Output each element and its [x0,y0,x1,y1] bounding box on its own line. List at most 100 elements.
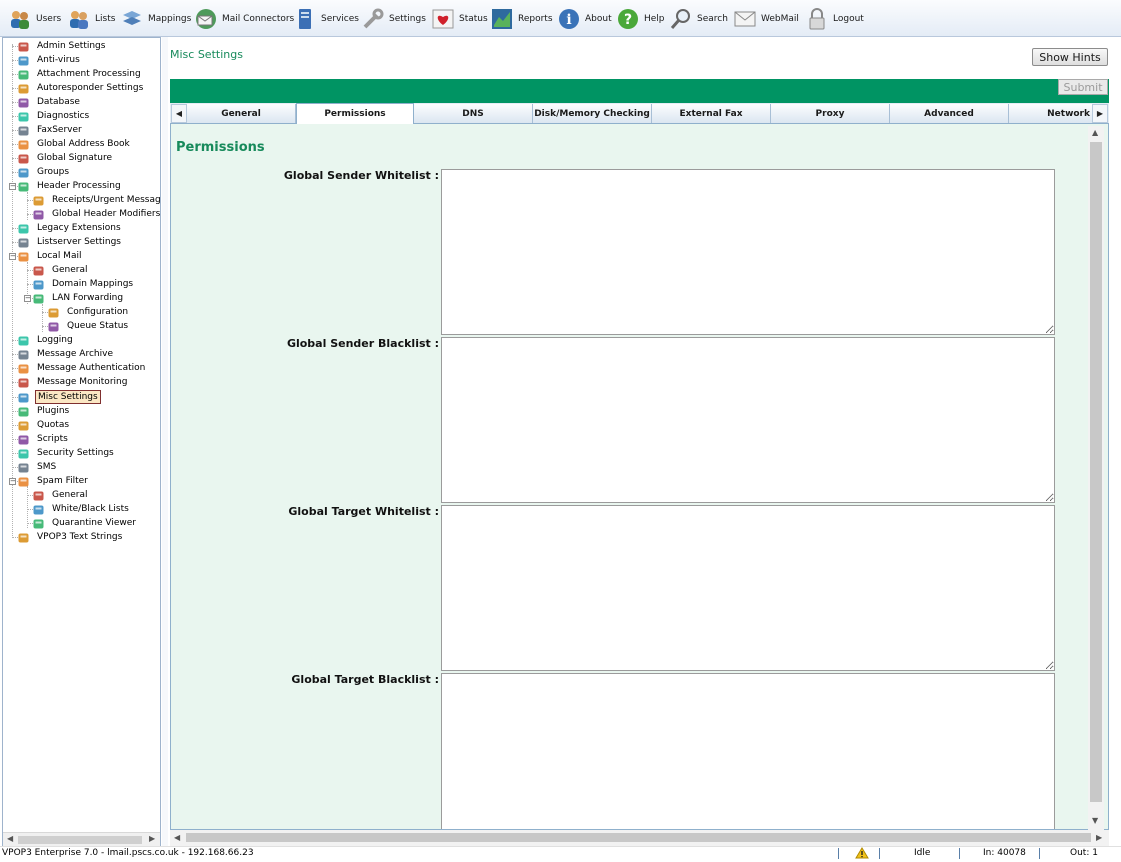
scrollbar-thumb[interactable] [1090,142,1102,802]
scroll-right-icon[interactable]: ▶ [1096,833,1102,842]
white-black-lists-icon [32,503,45,516]
tree-item-listserver-settings[interactable]: Listserver Settings [17,235,123,249]
tree-item-label: Global Address Book [37,139,130,149]
tree-item-global-signature[interactable]: Global Signature [17,151,114,165]
tree-item-general[interactable]: General [32,488,89,502]
scroll-right-icon[interactable]: ▶ [149,834,155,843]
tree-item-label: Plugins [37,406,70,416]
scrollbar-thumb[interactable] [18,836,142,844]
tree-item-legacy-extensions[interactable]: Legacy Extensions [17,221,123,235]
tree-collapse-icon[interactable]: − [9,478,16,485]
tree-item-admin-settings[interactable]: Admin Settings [17,39,107,53]
tree-item-label: Quotas [37,420,70,430]
tree-item-sms[interactable]: SMS [17,460,58,474]
tab-proxy[interactable]: Proxy [771,104,890,123]
tree-item-plugins[interactable]: Plugins [17,404,71,418]
tree-item-vpop3-text-strings[interactable]: VPOP3 Text Strings [17,530,124,544]
toolbar-logout-button[interactable]: Logout [805,5,864,33]
toolbar-services-button[interactable]: Services [293,5,359,33]
text-strings-icon [17,531,30,544]
toolbar-status-button[interactable]: Status [431,5,488,33]
tree-item-configuration[interactable]: Configuration [47,305,130,319]
tree-item-diagnostics[interactable]: Diagnostics [17,109,91,123]
tree-item-groups[interactable]: Groups [17,165,71,179]
tree-item-global-header-modifiers[interactable]: Global Header Modifiers [32,207,160,221]
toolbar-search-button[interactable]: Search [669,5,728,33]
tree-item-faxserver[interactable]: FaxServer [17,123,84,137]
svg-text:i: i [566,12,571,28]
content-vertical-scrollbar[interactable]: ▲ ▼ [1088,126,1104,830]
scroll-down-icon[interactable]: ▼ [1092,816,1098,825]
tab-external-fax[interactable]: External Fax [652,104,771,123]
toolbar-users-button[interactable]: Users [8,5,61,33]
tree-item-quarantine-viewer[interactable]: Quarantine Viewer [32,516,138,530]
global-sender-whitelist-field[interactable] [441,169,1055,335]
toolbar-help-button[interactable]: ? Help [616,5,665,33]
toolbar-mail-connectors-button[interactable]: Mail Connectors [194,5,294,33]
toolbar-lists-button[interactable]: Lists [67,5,115,33]
tree-item-quotas[interactable]: Quotas [17,418,71,432]
tree-item-autoresponder-settings[interactable]: Autoresponder Settings [17,81,145,95]
scroll-left-icon[interactable]: ◀ [174,833,180,842]
tree-item-domain-mappings[interactable]: Domain Mappings [32,277,135,291]
tree-horizontal-scrollbar[interactable]: ◀ ▶ [3,832,160,846]
tab-permissions[interactable]: Permissions [296,103,414,124]
scroll-up-icon[interactable]: ▲ [1092,128,1098,137]
misc-settings-icon [17,391,30,404]
panel-splitter[interactable] [162,37,168,847]
admin-icon [17,40,30,53]
tree-item-attachment-processing[interactable]: Attachment Processing [17,67,143,81]
tab-scroll-left-icon[interactable]: ◀ [171,104,187,123]
tree-item-security-settings[interactable]: Security Settings [17,446,116,460]
global-target-blacklist-field[interactable] [441,673,1055,829]
tree-item-message-monitoring[interactable]: Message Monitoring [17,375,129,389]
tree-item-lan-forwarding[interactable]: LAN Forwarding [32,291,125,305]
section-title: Permissions [176,140,265,155]
scrollbar-thumb[interactable] [186,833,1091,842]
global-target-whitelist-field[interactable] [441,505,1055,671]
content-horizontal-scrollbar[interactable]: ◀ ▶ [170,830,1109,846]
tree-item-label: Domain Mappings [52,279,134,289]
tab-disk-memory-checking[interactable]: Disk/Memory Checking [533,104,652,123]
scroll-left-icon[interactable]: ◀ [7,834,13,843]
tree-item-anti-virus[interactable]: Anti-virus [17,53,82,67]
tree-collapse-icon[interactable]: − [9,183,16,190]
tree-connector [42,304,43,332]
tree-item-global-address-book[interactable]: Global Address Book [17,137,132,151]
global-sender-blacklist-field[interactable] [441,337,1055,503]
tree-item-header-processing[interactable]: Header Processing [17,179,123,193]
tab-general[interactable]: General [187,104,296,123]
tree-item-white-black-lists[interactable]: White/Black Lists [32,502,131,516]
submit-button[interactable]: Submit [1058,79,1108,95]
tree-item-logging[interactable]: Logging [17,333,75,347]
toolbar-settings-button[interactable]: Settings [361,5,426,33]
tree-collapse-icon[interactable]: − [9,253,16,260]
general-icon [32,489,45,502]
tree-item-misc-settings[interactable]: Misc Settings [17,390,101,404]
tree-item-database[interactable]: Database [17,95,82,109]
tree-item-spam-filter[interactable]: Spam Filter [17,474,90,488]
tab-scroll-right-icon[interactable]: ▶ [1092,104,1108,123]
tree-item-queue-status[interactable]: Queue Status [47,319,130,333]
status-bar: VPOP3 Enterprise 7.0 - lmail.pscs.co.uk … [0,846,1121,860]
tree-item-label: VPOP3 Text Strings [37,532,123,542]
tree-item-general[interactable]: General [32,263,89,277]
tree-collapse-icon[interactable]: − [24,295,31,302]
toolbar-webmail-button[interactable]: WebMail [733,5,799,33]
tab-dns[interactable]: DNS [414,104,533,123]
tree-item-label: Spam Filter [37,476,88,486]
tree-item-message-authentication[interactable]: Message Authentication [17,361,147,375]
show-hints-button[interactable]: Show Hints [1032,48,1108,66]
tree-item-scripts[interactable]: Scripts [17,432,70,446]
toolbar-mappings-button[interactable]: Mappings [120,5,191,33]
tab-network[interactable]: Network [1009,104,1093,123]
tree-item-message-archive[interactable]: Message Archive [17,347,115,361]
tab-advanced[interactable]: Advanced [890,104,1009,123]
toolbar-about-button[interactable]: i About [557,5,612,33]
address-book-icon [17,138,30,151]
main-toolbar: Users Lists Mappings Mail Connectors Ser… [0,0,1121,37]
toolbar-reports-button[interactable]: Reports [490,5,553,33]
tree-item-local-mail[interactable]: Local Mail [17,249,83,263]
global-target-whitelist-label: Global Target Whitelist : [288,505,439,518]
tree-item-receipts-urgent-messages[interactable]: Receipts/Urgent Messages [32,193,160,207]
